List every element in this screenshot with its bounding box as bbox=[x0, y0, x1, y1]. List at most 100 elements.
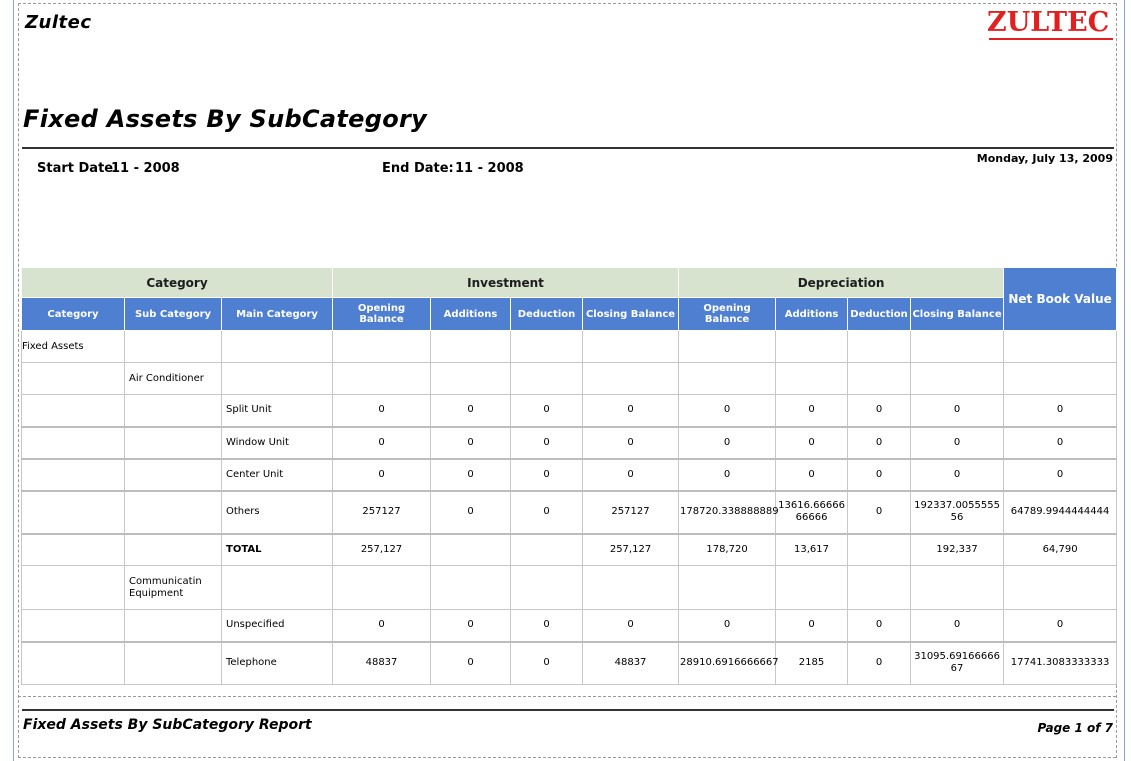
bottom-guide-line bbox=[18, 757, 1116, 758]
table-cell: 0 bbox=[1003, 609, 1118, 643]
table-cell bbox=[775, 565, 849, 610]
column-header-dep-closing-balance: Closing Balance bbox=[910, 297, 1005, 331]
table-cell bbox=[21, 565, 125, 610]
table-cell: Others bbox=[221, 490, 333, 535]
table-cell bbox=[847, 362, 912, 395]
table-cell: 0 bbox=[581, 426, 680, 460]
table-cell bbox=[332, 330, 431, 363]
table-cell bbox=[332, 362, 431, 395]
table-cell: 13,617 bbox=[775, 533, 849, 566]
table-cell: 48837 bbox=[581, 641, 680, 685]
table-row: Others 257127 0 0 257127 178720.338888889 1361… bbox=[21, 490, 1118, 535]
table-row: Fixed Assets bbox=[21, 330, 1118, 363]
table-cell: 64789.9944444444 bbox=[1003, 490, 1118, 535]
table-cell: 0 bbox=[910, 458, 1005, 492]
table-cell: 0 bbox=[581, 458, 680, 492]
table-cell: 0 bbox=[847, 458, 912, 492]
table-cell bbox=[581, 330, 680, 363]
table-cell bbox=[124, 330, 222, 363]
table-cell: 0 bbox=[678, 609, 777, 643]
table-cell bbox=[1003, 362, 1118, 395]
table-cell bbox=[510, 362, 583, 395]
table-cell bbox=[847, 533, 912, 566]
table-cell: Unspecified bbox=[221, 609, 333, 643]
start-date-value: 11 - 2008 bbox=[111, 161, 180, 176]
table-cell: Fixed Assets bbox=[21, 330, 125, 363]
table-cell bbox=[221, 565, 333, 610]
end-date-value: 11 - 2008 bbox=[455, 161, 524, 176]
table-row: Unspecified 0 0 0 0 0 0 0 0 0 bbox=[21, 609, 1118, 643]
table-cell: 31095.69166666 67 bbox=[910, 641, 1005, 685]
group-header-investment: Investment bbox=[331, 267, 680, 298]
page-border-right bbox=[1124, 0, 1125, 761]
table-cell bbox=[430, 533, 511, 566]
table-cell: 0 bbox=[332, 426, 431, 460]
table-cell: 0 bbox=[510, 609, 583, 643]
table-cell bbox=[910, 565, 1005, 610]
table-cell: 192,337 bbox=[910, 533, 1005, 566]
table-cell: 178,720 bbox=[678, 533, 777, 566]
table-cell: 0 bbox=[430, 458, 511, 492]
report-title: Fixed Assets By SubCategory bbox=[23, 105, 428, 133]
table-cell: 0 bbox=[332, 458, 431, 492]
table-cell: 0 bbox=[430, 641, 511, 685]
table-cell: 257,127 bbox=[581, 533, 680, 566]
page-indicator: Page 1 of 7 bbox=[1037, 721, 1113, 735]
table-cell bbox=[124, 394, 222, 428]
table-cell bbox=[332, 565, 431, 610]
table-cell: 0 bbox=[847, 426, 912, 460]
table-cell bbox=[21, 426, 125, 460]
column-header-inv-deduction: Deduction bbox=[510, 297, 583, 331]
table-cell bbox=[510, 565, 583, 610]
table-row: Air Conditioner bbox=[21, 362, 1118, 395]
table-cell: 0 bbox=[775, 609, 849, 643]
table-cell bbox=[124, 609, 222, 643]
table-cell: 0 bbox=[581, 394, 680, 428]
column-header-dep-additions: Additions bbox=[775, 297, 849, 331]
table-row: Split Unit 0 0 0 0 0 0 0 0 0 bbox=[21, 394, 1118, 428]
table-cell: 0 bbox=[510, 458, 583, 492]
table-cell: 0 bbox=[581, 609, 680, 643]
column-header-inv-additions: Additions bbox=[430, 297, 511, 331]
table-cell: 0 bbox=[847, 394, 912, 428]
title-divider bbox=[22, 147, 1114, 149]
table-cell bbox=[910, 362, 1005, 395]
table-cell: 0 bbox=[1003, 394, 1118, 428]
table-row: Center Unit 0 0 0 0 0 0 0 0 0 bbox=[21, 458, 1118, 492]
end-date-label: End Date: bbox=[382, 161, 454, 176]
table-cell: 0 bbox=[847, 641, 912, 685]
table-cell bbox=[510, 533, 583, 566]
table-cell bbox=[21, 458, 125, 492]
table-cell bbox=[21, 609, 125, 643]
fixed-assets-table: Category Investment Depreciation Net Boo… bbox=[21, 267, 1118, 685]
table-cell bbox=[21, 490, 125, 535]
table-cell: 0 bbox=[678, 394, 777, 428]
group-header-category: Category bbox=[21, 267, 333, 298]
header-guide-line bbox=[18, 3, 1116, 4]
table-cell bbox=[21, 394, 125, 428]
table-cell bbox=[21, 533, 125, 566]
table-cell bbox=[221, 330, 333, 363]
table-cell: 0 bbox=[775, 426, 849, 460]
company-name: Zultec bbox=[25, 12, 92, 33]
table-cell: 0 bbox=[510, 426, 583, 460]
table-cell: Telephone bbox=[221, 641, 333, 685]
table-cell: TOTAL bbox=[221, 533, 333, 566]
table-cell: 28910.6916666667 bbox=[678, 641, 779, 685]
table-cell: 0 bbox=[510, 490, 583, 535]
footer-guide-line bbox=[18, 696, 1116, 697]
table-cell: 0 bbox=[847, 490, 912, 535]
table-cell: Window Unit bbox=[221, 426, 333, 460]
table-cell bbox=[124, 641, 222, 685]
column-header-inv-opening-balance: Opening Balance bbox=[332, 297, 431, 331]
table-cell: 0 bbox=[847, 609, 912, 643]
table-cell: Air Conditioner bbox=[124, 362, 222, 395]
column-header-inv-closing-balance: Closing Balance bbox=[581, 297, 680, 331]
column-header-row: Category Sub Category Main Category Opening… bbox=[21, 297, 1117, 331]
table-cell bbox=[124, 533, 222, 566]
table-cell: 0 bbox=[430, 426, 511, 460]
column-header-dep-opening-balance: Opening Balance bbox=[678, 297, 777, 331]
table-cell bbox=[678, 565, 777, 610]
table-cell bbox=[430, 362, 511, 395]
table-cell: Communicatin Equipment bbox=[124, 565, 222, 610]
